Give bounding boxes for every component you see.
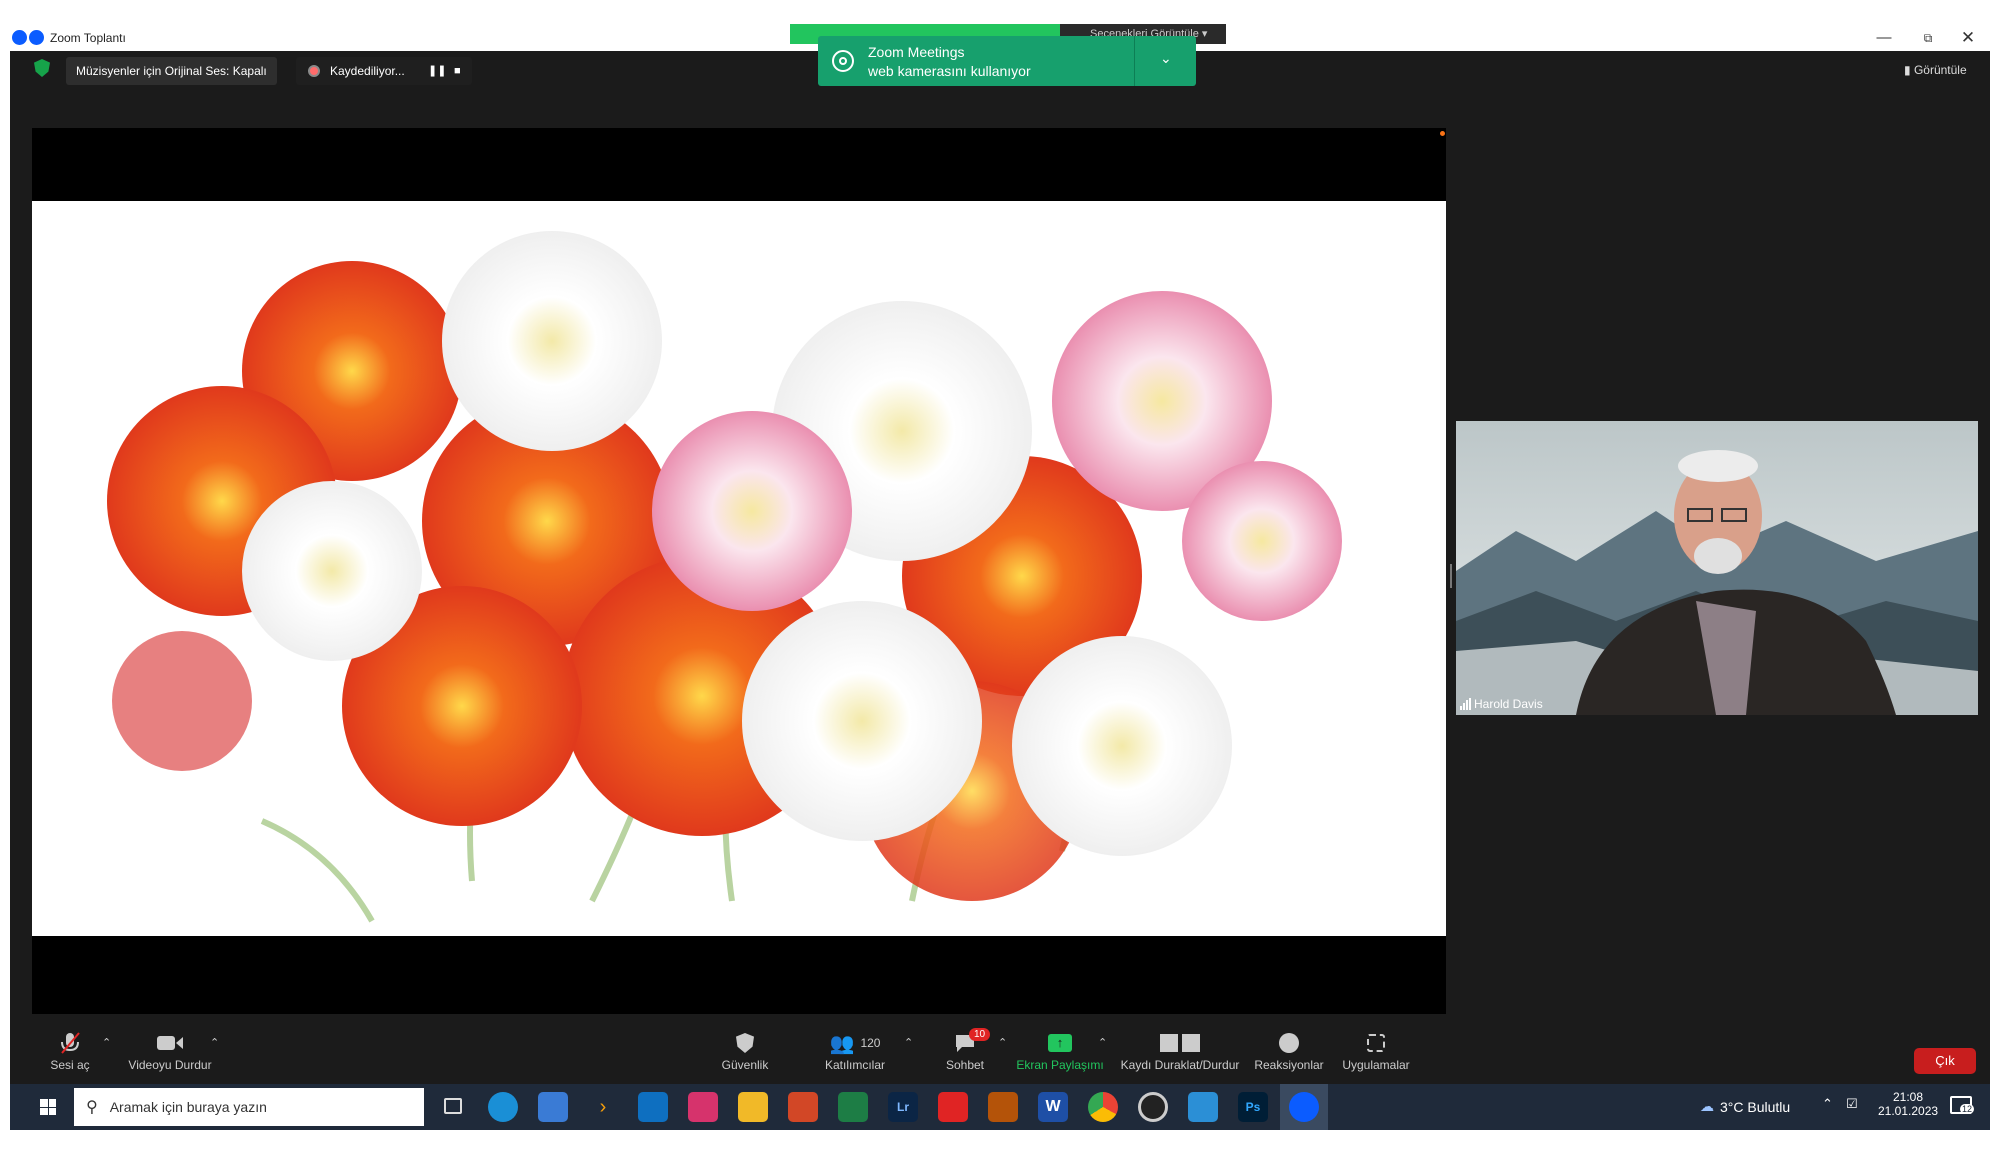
lightroom-icon[interactable]: Lr [888, 1092, 918, 1122]
participants-options-caret[interactable]: ⌃ [904, 1036, 913, 1049]
reactions-button[interactable]: Reaksiyonlar [1254, 1028, 1324, 1072]
notification-icon[interactable]: 12 [1950, 1096, 1975, 1114]
view-button[interactable]: ▮ Görüntüle [1904, 63, 1967, 77]
meet-icon[interactable] [1188, 1092, 1218, 1122]
recording-label: Kaydediliyor... [330, 64, 405, 78]
close-button[interactable]: ✕ [1946, 27, 1990, 49]
edge-icon[interactable] [488, 1092, 518, 1122]
record-control-label: Kaydı Duraklat/Durdur [1120, 1058, 1240, 1072]
toast-title: Zoom Meetings [868, 44, 965, 60]
zoom-taskbar-active[interactable] [1280, 1084, 1328, 1130]
unmute-button[interactable]: Sesi aç [40, 1028, 100, 1072]
chat-bubble-icon: 10 [935, 1028, 995, 1058]
webcam-icon [832, 50, 854, 72]
participant-name-tag: Harold Davis [1460, 697, 1543, 711]
weather-label: 3°C Bulutlu [1720, 1098, 1791, 1115]
security-button[interactable]: Güvenlik [710, 1028, 780, 1072]
cloud-icon: ☁ [1700, 1098, 1714, 1114]
chevron-down-icon[interactable]: ⌄ [1160, 50, 1172, 67]
status-dot [1440, 131, 1445, 136]
shared-flower-image [32, 201, 1446, 936]
record-dot-icon [308, 65, 320, 77]
network-icon[interactable]: ☑ [1846, 1096, 1858, 1112]
chat-label: Sohbet [945, 1058, 985, 1072]
store-icon[interactable] [538, 1092, 568, 1122]
record-control-button[interactable]: Kaydı Duraklat/Durdur [1118, 1028, 1242, 1072]
window-title: Zoom Toplantı [50, 30, 126, 45]
mic-muted-icon [40, 1028, 100, 1058]
powerpoint-icon[interactable] [788, 1092, 818, 1122]
view-label: Görüntüle [1913, 63, 1967, 77]
date-label: 21.01.2023 [1878, 1104, 1939, 1118]
minimize-button[interactable]: — [1862, 27, 1906, 49]
apps-icon [1336, 1028, 1416, 1058]
windows-taskbar: ⚲ Aramak için buraya yazın › Lr W Ps ☁ 3°… [10, 1084, 1990, 1130]
zoom-window: Zoom Toplantı — ⧉ ✕ Seçenekleri Görüntül… [10, 24, 1990, 1130]
stop-record-icon[interactable]: ■ [454, 57, 461, 85]
chat-button[interactable]: 10 Sohbet [935, 1028, 995, 1072]
chrome-icon[interactable] [1088, 1092, 1118, 1122]
chat-options-caret[interactable]: ⌃ [998, 1036, 1007, 1049]
share-screen-button[interactable]: ↑ Ekran Paylaşımı [1015, 1028, 1105, 1072]
participants-icon: 👥 [829, 1032, 855, 1055]
chat-unread-badge: 10 [969, 1028, 991, 1041]
notification-count: 12 [1960, 1104, 1975, 1114]
participants-label: Katılımcılar [824, 1058, 885, 1072]
task-view-icon[interactable] [444, 1098, 462, 1114]
security-label: Güvenlik [721, 1058, 769, 1072]
signal-bars-icon [1460, 698, 1471, 710]
shared-screen [32, 128, 1446, 1014]
word-icon[interactable]: W [1038, 1092, 1068, 1122]
splitter-handle[interactable] [1450, 564, 1452, 588]
zoom-icon [1289, 1092, 1319, 1122]
clock[interactable]: 21:08 21.01.2023 [1878, 1090, 1938, 1118]
leave-button[interactable]: Çık [1914, 1048, 1976, 1074]
unmute-label: Sesi aç [50, 1058, 90, 1072]
apps-button[interactable]: Uygulamalar [1336, 1028, 1416, 1072]
camera-notification[interactable]: Zoom Meetings web kamerasını kullanıyor … [818, 36, 1196, 86]
restore-button[interactable]: ⧉ [1906, 27, 1950, 49]
pause-stop-icon [1118, 1028, 1242, 1058]
windows-start-icon[interactable] [40, 1099, 56, 1115]
smiley-plus-icon [1254, 1028, 1324, 1058]
yandex-icon[interactable] [938, 1092, 968, 1122]
participant-video[interactable]: Harold Davis [1456, 421, 1978, 715]
mail-icon[interactable] [638, 1092, 668, 1122]
original-audio-pill[interactable]: Müzisyenler için Orijinal Ses: Kapalı [66, 57, 277, 85]
obs-icon[interactable] [1138, 1092, 1168, 1122]
tray-chevron-icon[interactable]: ⌃ [1822, 1096, 1833, 1112]
toast-subtitle: web kamerasını kullanıyor [868, 63, 1031, 79]
security-shield-icon [710, 1028, 780, 1058]
excel-icon[interactable] [838, 1092, 868, 1122]
time-label: 21:08 [1892, 1090, 1924, 1104]
participants-button[interactable]: 👥 120 Katılımcılar [810, 1028, 900, 1073]
share-screen-icon: ↑ [1015, 1028, 1105, 1058]
instagram-icon[interactable] [688, 1092, 718, 1122]
share-options-caret[interactable]: ⌃ [1098, 1036, 1107, 1049]
video-options-caret[interactable]: ⌃ [210, 1036, 219, 1049]
participant-name: Harold Davis [1474, 697, 1543, 711]
shield-check-icon[interactable] [34, 59, 50, 77]
search-icon: ⚲ [86, 1099, 98, 1116]
weather-widget[interactable]: ☁ 3°C Bulutlu [1700, 1098, 1790, 1115]
audio-options-caret[interactable]: ⌃ [102, 1036, 111, 1049]
chevron-icon[interactable]: › [588, 1092, 618, 1122]
search-placeholder: Aramak için buraya yazın [109, 1099, 267, 1115]
zoom-logo-icon [12, 29, 46, 46]
stop-video-button[interactable]: Videoyu Durdur [120, 1028, 220, 1072]
participants-count: 120 [860, 1036, 881, 1050]
flowers [107, 231, 1342, 901]
box-icon[interactable] [988, 1092, 1018, 1122]
recording-pill: Kaydediliyor... ❚❚ ■ [296, 57, 472, 85]
stop-video-label: Videoyu Durdur [128, 1058, 212, 1072]
explorer-icon[interactable] [738, 1092, 768, 1122]
toast-divider [1134, 36, 1135, 86]
apps-label: Uygulamalar [1342, 1058, 1410, 1072]
photoshop-icon[interactable]: Ps [1238, 1092, 1268, 1122]
share-screen-label: Ekran Paylaşımı [1016, 1058, 1104, 1072]
reactions-label: Reaksiyonlar [1254, 1058, 1324, 1072]
pause-record-icon[interactable]: ❚❚ [428, 57, 446, 85]
video-camera-icon [120, 1028, 220, 1058]
taskbar-search[interactable]: ⚲ Aramak için buraya yazın [74, 1088, 424, 1126]
